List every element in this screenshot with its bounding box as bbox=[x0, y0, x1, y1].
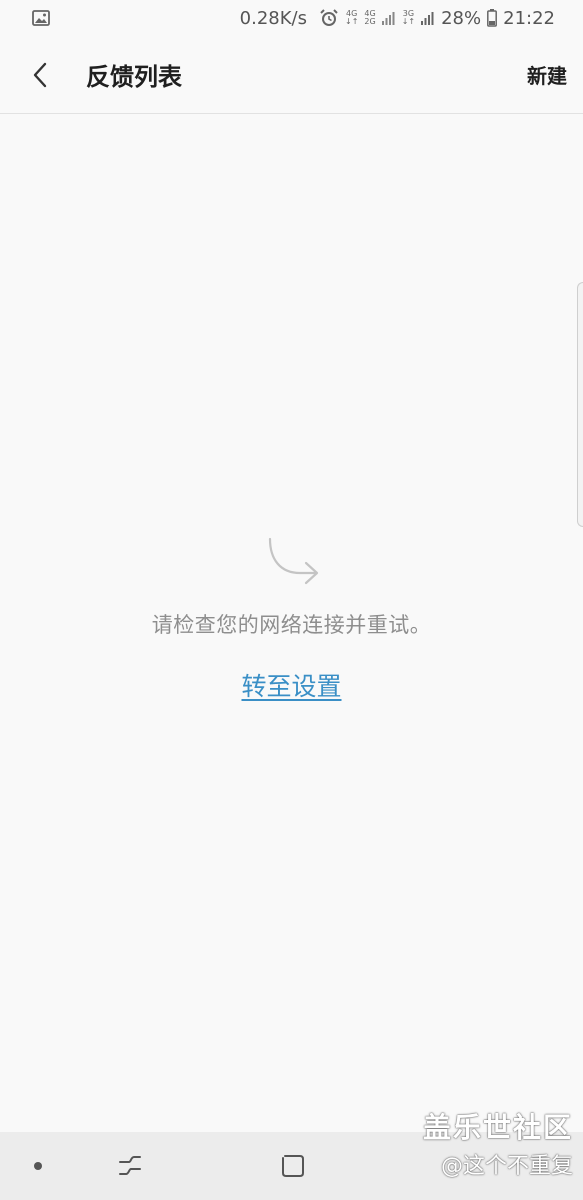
status-bar: 0.28K/s 4G ↓↑ 4G 2G 3G ↓↑ 28% 21:22 bbox=[0, 0, 583, 36]
edge-panel-handle[interactable] bbox=[577, 282, 583, 527]
nav-dot-button[interactable] bbox=[18, 1132, 58, 1200]
status-bar-right: 0.28K/s 4G ↓↑ 4G 2G 3G ↓↑ 28% 21:22 bbox=[240, 8, 555, 29]
gallery-icon bbox=[32, 10, 50, 26]
recent-apps-button[interactable] bbox=[108, 1132, 152, 1200]
alarm-icon bbox=[319, 8, 339, 28]
data-arrows-icon-2: ↓↑ bbox=[401, 17, 416, 26]
title-bar: 反馈列表 新建 bbox=[0, 36, 583, 114]
empty-state: 请检查您的网络连接并重试。 转至设置 bbox=[0, 535, 583, 703]
network-speed: 0.28K/s bbox=[239, 7, 307, 29]
page-title: 反馈列表 bbox=[86, 63, 182, 91]
back-arrow-icon bbox=[33, 62, 47, 87]
signal-icon bbox=[381, 10, 396, 26]
clock: 21:22 bbox=[503, 7, 555, 29]
network-4g-indicator: 4G ↓↑ bbox=[345, 10, 358, 26]
network-3g-indicator: 3G ↓↑ bbox=[402, 10, 415, 26]
recent-apps-icon bbox=[119, 1156, 141, 1175]
new-button[interactable]: 新建 bbox=[511, 60, 583, 89]
network-4g-2g-indicator: 4G 2G bbox=[364, 10, 375, 26]
signal-icon-2 bbox=[421, 10, 435, 26]
go-to-settings-link[interactable]: 转至设置 bbox=[241, 667, 341, 703]
network-error-message: 请检查您的网络连接并重试。 bbox=[151, 613, 432, 637]
battery-percent: 28% bbox=[441, 7, 482, 29]
screen: 0.28K/s 4G ↓↑ 4G 2G 3G ↓↑ 28% 21:22 反馈列表… bbox=[0, 0, 583, 1200]
dot-icon bbox=[34, 1162, 42, 1170]
network-2g-label: 2G bbox=[364, 17, 376, 26]
battery-icon bbox=[487, 9, 498, 27]
back-button[interactable] bbox=[0, 36, 80, 114]
status-bar-left bbox=[32, 10, 240, 26]
navigation-bar bbox=[0, 1132, 583, 1200]
home-button[interactable] bbox=[270, 1132, 316, 1200]
home-icon bbox=[282, 1155, 304, 1177]
data-arrows-icon: ↓↑ bbox=[345, 17, 359, 26]
redirect-arrow-icon bbox=[268, 537, 318, 585]
